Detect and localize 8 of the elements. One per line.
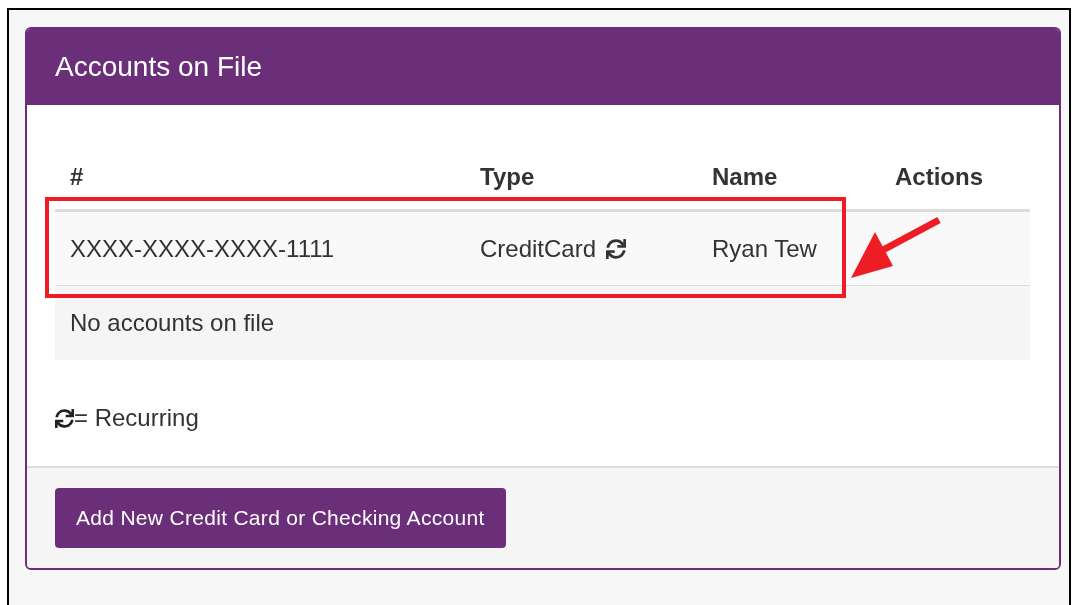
legend-text: = Recurring — [74, 404, 199, 432]
recurring-icon — [55, 408, 74, 428]
table-cell: XXXX-XXXX-XXXX-1111 — [55, 212, 465, 286]
table-cell: Ryan Tew — [697, 212, 880, 286]
panel-title: Accounts on File — [55, 51, 262, 83]
add-account-button[interactable]: Add New Credit Card or Checking Account — [55, 488, 506, 548]
table-cell: CreditCard — [480, 234, 597, 263]
empty-message: No accounts on file — [70, 309, 275, 337]
